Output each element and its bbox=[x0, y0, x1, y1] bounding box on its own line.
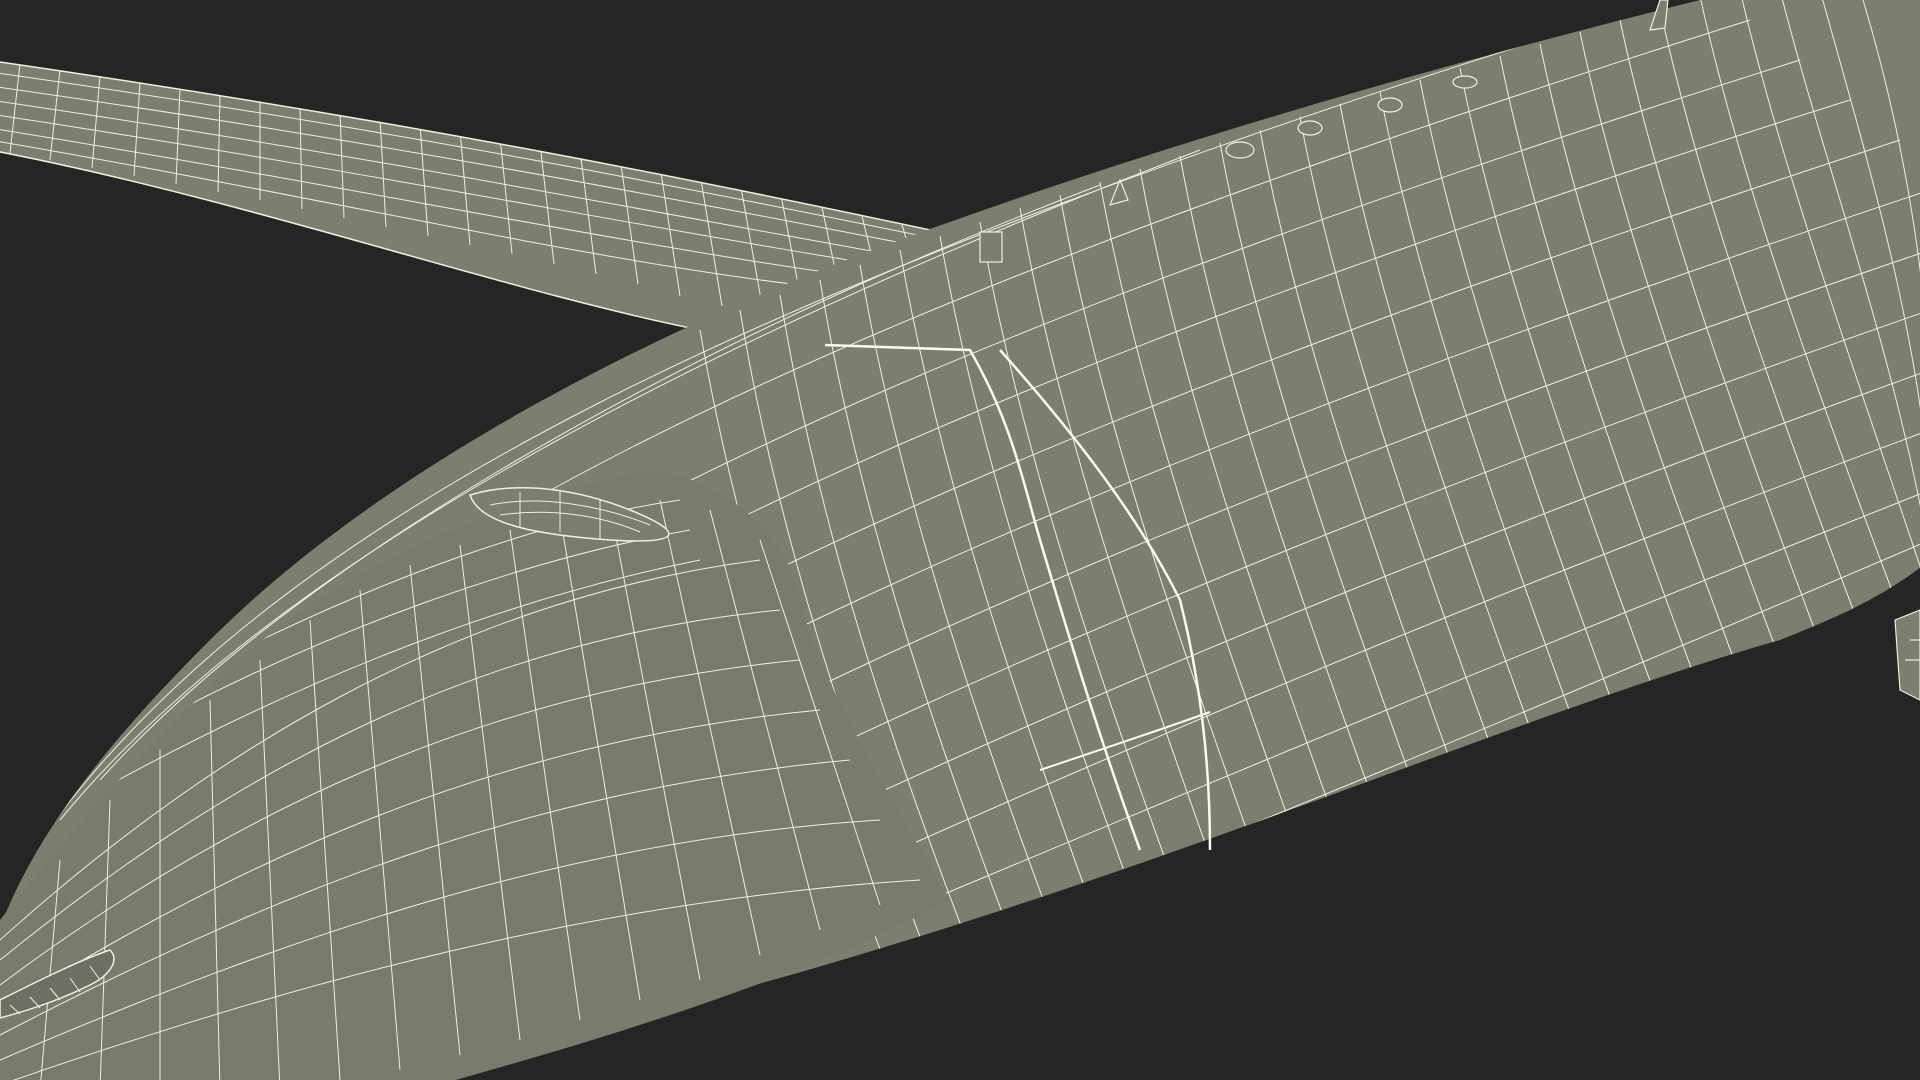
sensor-dome-1 bbox=[1225, 141, 1255, 159]
dorsal-antenna-box bbox=[979, 231, 1003, 263]
render-viewport bbox=[0, 0, 1920, 1080]
sensor-dome-3 bbox=[1377, 97, 1403, 113]
render-canvas bbox=[0, 0, 1920, 1080]
landing-gear-partial bbox=[1894, 609, 1920, 701]
sensor-dome-4 bbox=[1452, 75, 1478, 89]
sensor-dome-2 bbox=[1297, 120, 1323, 136]
